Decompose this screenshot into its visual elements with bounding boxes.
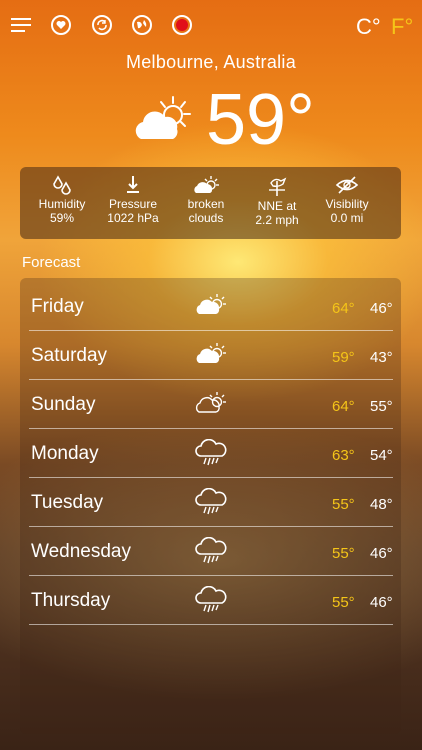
forecast-low: 46°: [370, 300, 393, 317]
fahrenheit-toggle[interactable]: F°: [391, 14, 413, 40]
forecast-day: Saturday: [31, 345, 108, 366]
forecast-day: Sunday: [31, 394, 96, 415]
rain-icon: [195, 487, 227, 521]
heart-icon[interactable]: [51, 15, 71, 35]
forecast-row[interactable]: Wednesday 55° 46°: [29, 527, 393, 576]
forecast-row[interactable]: Sunday 64° 55°: [29, 380, 393, 429]
forecast-high: 55°: [332, 545, 355, 562]
forecast-heading: Forecast: [22, 254, 81, 271]
globe-icon[interactable]: [132, 15, 152, 35]
forecast-high: 55°: [332, 594, 355, 611]
forecast-row[interactable]: Monday 63° 54°: [29, 429, 393, 478]
menu-icon[interactable]: [11, 16, 31, 34]
forecast-row[interactable]: Thursday 55° 46°: [29, 576, 393, 625]
stat-wind: NNE at 2.2 mph: [239, 167, 315, 227]
conditions-panel: Humidity 59% Pressure 1022 hPa broken cl…: [20, 167, 401, 239]
cloud-sun-icon: [194, 176, 219, 193]
forecast-day: Monday: [31, 443, 99, 464]
forecast-high: 64°: [332, 300, 355, 317]
rain-icon: [195, 585, 227, 619]
partly-cloudy-icon: [133, 95, 193, 150]
stat-humidity: Humidity 59%: [24, 167, 100, 225]
humidity-icon: [53, 175, 71, 195]
forecast-day: Thursday: [31, 590, 111, 611]
stat-label: Pressure: [108, 197, 158, 211]
rain-icon: [195, 536, 227, 570]
stat-visibility: Visibility 0.0 mi: [309, 167, 385, 225]
stat-label: Visibility: [325, 197, 369, 211]
stat-value: 1022 hPa: [107, 211, 159, 225]
celsius-toggle[interactable]: C°: [356, 14, 381, 40]
forecast-high: 63°: [332, 447, 355, 464]
stat-value: 59%: [49, 211, 75, 225]
forecast-high: 55°: [332, 496, 355, 513]
forecast-low: 46°: [370, 594, 393, 611]
stat-clouds: broken clouds: [168, 167, 244, 225]
wind-vane-icon: [269, 177, 287, 196]
forecast-day: Wednesday: [31, 541, 131, 562]
pressure-icon: [127, 176, 139, 193]
partly-cloudy-icon: [195, 292, 227, 323]
stat-value: clouds: [188, 211, 224, 225]
forecast-day: Tuesday: [31, 492, 104, 513]
visibility-off-icon: [335, 176, 359, 194]
rain-icon: [195, 438, 227, 472]
stat-label: NNE at: [257, 199, 297, 213]
forecast-low: 55°: [370, 398, 393, 415]
forecast-day: Friday: [31, 296, 84, 317]
forecast-high: 64°: [332, 398, 355, 415]
forecast-low: 54°: [370, 447, 393, 464]
forecast-low: 46°: [370, 545, 393, 562]
forecast-row[interactable]: Friday 64° 46°: [29, 282, 393, 331]
forecast-row[interactable]: Tuesday 55° 48°: [29, 478, 393, 527]
partly-cloudy-icon: [195, 390, 227, 421]
forecast-high: 59°: [332, 349, 355, 366]
location-title: Melbourne, Australia: [125, 52, 297, 72]
forecast-row[interactable]: Saturday 59° 43°: [29, 331, 393, 380]
stat-value: 2.2 mph: [255, 213, 299, 227]
current-temperature: 59°: [206, 80, 315, 160]
record-icon[interactable]: [172, 15, 192, 35]
stat-value: 0.0 mi: [330, 211, 364, 225]
stat-pressure: Pressure 1022 hPa: [95, 167, 171, 225]
refresh-icon[interactable]: [92, 15, 112, 35]
forecast-low: 48°: [370, 496, 393, 513]
forecast-panel: Friday 64° 46° Saturday 59° 43° Sunday 6…: [20, 278, 401, 734]
forecast-low: 43°: [370, 349, 393, 366]
stat-label: broken: [187, 197, 225, 211]
partly-cloudy-icon: [195, 341, 227, 372]
stat-label: Humidity: [38, 197, 86, 211]
